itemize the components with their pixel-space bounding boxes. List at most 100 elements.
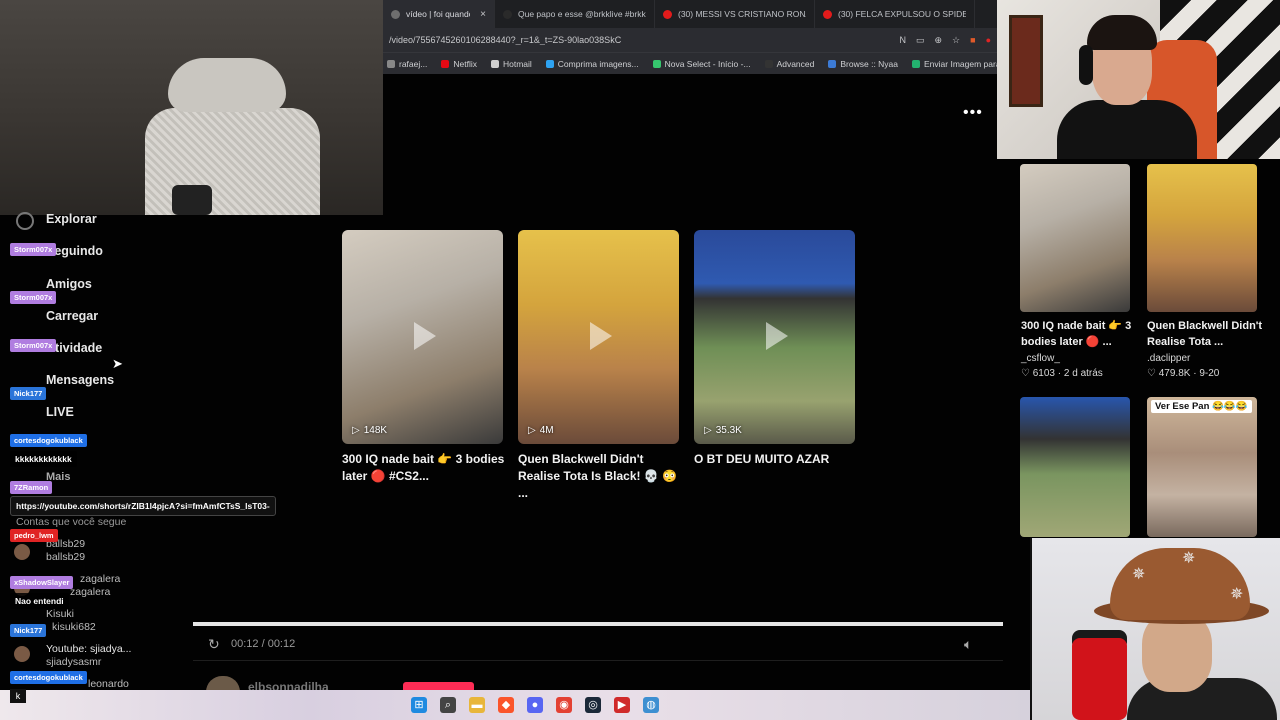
related-video-thumbnail[interactable] (1020, 164, 1130, 312)
related-video-title[interactable]: 300 IQ nade bait 👉 3 bodies later 🔴 ... (1021, 318, 1141, 350)
related-video-meta: ♡ 6103 · 2 d atrás (1021, 368, 1103, 379)
url-text[interactable]: /video/7556745260106288440?_r=1&_t=ZS-90… (389, 35, 899, 45)
brave-icon[interactable]: ◆ (498, 697, 514, 713)
related-video-author[interactable]: .daclipper (1147, 353, 1190, 364)
nav-explorar[interactable]: Explorar (46, 212, 97, 226)
video-card-title[interactable]: O BT DEU MUITO AZAR (694, 451, 864, 468)
volume-icon[interactable]: 🔈︎ (964, 636, 972, 653)
os-taskbar: ⊞ ⌕ ▬ ◆ ● ◉ ◎ ▶ ◍ (0, 690, 1030, 720)
chat-message: Nao entendi (10, 593, 69, 609)
media-icon[interactable]: ▶ (614, 697, 630, 713)
following-handle[interactable]: zagalera (70, 586, 110, 598)
play-small-icon: ▷ (352, 425, 360, 436)
play-icon (590, 322, 612, 350)
bookmark-favicon-icon (828, 59, 837, 68)
view-count: ▷ 4M (528, 425, 554, 436)
following-name[interactable]: Youtube: sjiadya... (46, 643, 131, 655)
browser-tab[interactable]: vídeo | foi quando gy × (383, 0, 495, 28)
tab-favicon-icon (503, 9, 512, 19)
related-video-title[interactable]: Quen Blackwell Didn't Realise Tota ... (1147, 318, 1267, 350)
bookmark-item[interactable]: Enviar Imagem para... (912, 59, 997, 69)
nav-carregar[interactable]: Carregar (46, 309, 98, 323)
heart-icon: ♡ (1021, 368, 1033, 379)
steam-icon[interactable]: ◎ (585, 697, 601, 713)
bookmark-favicon-icon (387, 59, 395, 68)
folder-icon[interactable]: ▬ (469, 697, 485, 713)
bookmark-favicon-icon (912, 59, 921, 68)
bookmark-star-icon[interactable]: ☆ (952, 35, 960, 46)
video-card[interactable]: ▷ 4M (518, 230, 679, 444)
zoom-icon[interactable]: ⊕ (935, 35, 943, 46)
search-icon[interactable]: ⌕ (440, 697, 456, 713)
adblock-icon[interactable]: ● (986, 35, 991, 46)
following-name[interactable]: zagalera (80, 573, 120, 585)
related-video-author[interactable]: _csflow_ (1021, 353, 1060, 364)
tab-label: Que papo e esse @brkklive #brkk # (518, 9, 646, 19)
tab-favicon-icon (663, 9, 672, 19)
heart-icon: ♡ (1147, 368, 1159, 379)
more-options-button[interactable]: ••• (963, 104, 983, 122)
bookmark-item[interactable]: Netflix (441, 59, 477, 69)
chrome-icon[interactable]: ◉ (556, 697, 572, 713)
bookmark-item[interactable]: Comprima imagens... (545, 59, 639, 69)
microphone (1072, 638, 1127, 720)
related-video-meta: ♡ 479.8K · 9-20 (1147, 368, 1220, 379)
chat-input[interactable]: k (10, 689, 26, 703)
hat (1110, 548, 1250, 620)
nav-live[interactable]: LIVE (46, 405, 74, 419)
replay-icon[interactable]: ↻ (208, 636, 220, 653)
chat-username: Storm007x (10, 243, 57, 256)
following-name[interactable]: leonardo (88, 678, 129, 690)
bookmark-item[interactable]: Browse :: Nyaa (828, 59, 898, 69)
related-video-thumbnail[interactable]: Ver Ese Pan 😂😂😂 (1147, 397, 1257, 537)
following-avatar[interactable] (14, 544, 30, 560)
webcam-room-overlay (0, 0, 383, 215)
chat-link-message[interactable]: https://youtube.com/shorts/rZIB1l4pjcA?s… (10, 496, 276, 516)
nav-mensagens[interactable]: Mensagens (46, 373, 114, 387)
bookmark-item[interactable]: Hotmail (490, 58, 532, 69)
video-card-title[interactable]: Quen Blackwell Didn't Realise Tota Is Bl… (518, 451, 688, 502)
screen-icon[interactable]: ▭ (916, 35, 925, 46)
bookmark-favicon-icon (441, 59, 450, 68)
video-progress-bar[interactable] (193, 622, 1003, 626)
close-tab-icon[interactable]: × (480, 9, 486, 20)
address-bar[interactable]: /video/7556745260106288440?_r=1&_t=ZS-90… (383, 28, 997, 52)
address-bar-icons: N ▭ ⊕ ☆ ■ ● (899, 35, 991, 46)
streamer-face (1142, 612, 1212, 692)
browser-tab[interactable]: Que papo e esse @brkklive #brkk # (495, 0, 655, 28)
browser-tab[interactable]: (30) MESSI VS CRISTIANO RONALDO (655, 0, 815, 28)
windows-icon[interactable]: ⊞ (411, 697, 427, 713)
tab-favicon-icon (823, 9, 832, 19)
play-small-icon: ▷ (704, 425, 712, 436)
video-card[interactable]: ▷ 148K (342, 230, 503, 444)
discord-icon[interactable]: ● (527, 697, 543, 713)
video-card[interactable]: ▷ 35.3K (694, 230, 855, 444)
following-handle[interactable]: sjiadysasmr (46, 656, 101, 668)
following-avatar[interactable] (14, 646, 30, 662)
related-video-thumbnail[interactable] (1020, 397, 1130, 537)
related-video-thumbnail[interactable] (1147, 164, 1257, 312)
bookmark-item[interactable]: Advanced (764, 59, 814, 69)
nav-amigos[interactable]: Amigos (46, 277, 92, 291)
browser-tab-strip: vídeo | foi quando gy × Que papo e esse @b… (383, 0, 997, 28)
tab-label: (30) FELCA EXPULSOU O SPIDERMA (838, 9, 966, 19)
following-handle[interactable]: kisuki682 (52, 621, 96, 633)
extension-icon[interactable]: ■ (970, 35, 975, 46)
video-card-title[interactable]: 300 IQ nade bait 👉 3 bodies later 🔴 #CS2… (342, 451, 512, 485)
browser-tab[interactable]: (30) FELCA EXPULSOU O SPIDERMA (815, 0, 975, 28)
chat-username: Nick177 (10, 387, 47, 400)
translate-icon[interactable]: N (899, 35, 906, 46)
bookmark-item[interactable]: Nova Select - Início -... (652, 59, 751, 69)
following-name[interactable]: Kisuki (46, 608, 74, 620)
thumbnail-caption: Ver Ese Pan 😂😂😂 (1151, 400, 1252, 413)
bookmark-label: Hotmail (502, 58, 532, 69)
following-handle[interactable]: ballsb29 (46, 551, 85, 563)
bookmark-item[interactable]: rafaej... (387, 59, 427, 69)
globe-icon[interactable]: ◍ (643, 697, 659, 713)
following-header: Contas que você segue (16, 516, 127, 528)
bookmark-label: Browse :: Nyaa (840, 58, 899, 69)
tab-favicon-icon (391, 9, 400, 19)
view-count: ▷ 35.3K (704, 425, 742, 436)
headset (1079, 45, 1093, 85)
bookmark-favicon-icon (764, 59, 773, 68)
